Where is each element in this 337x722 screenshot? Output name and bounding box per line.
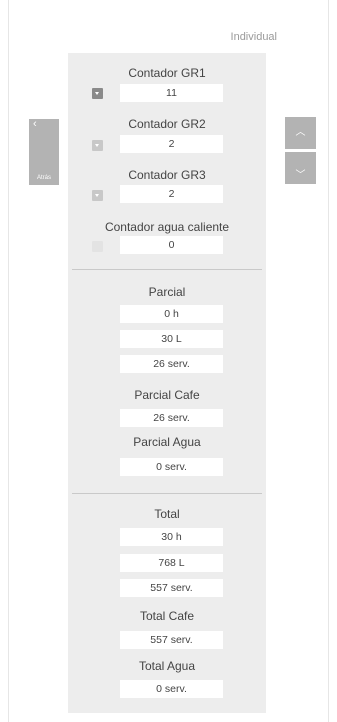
total-agua-value: 0 serv. xyxy=(120,680,223,698)
counter-hot-water-toggle-icon[interactable] xyxy=(92,241,103,252)
total-cafe-title: Total Cafe xyxy=(139,609,195,623)
counter-gr2-toggle-icon[interactable] xyxy=(92,140,103,151)
chevron-down-icon: ﹀ xyxy=(295,170,306,181)
partial-liters-value: 30 L xyxy=(120,330,223,348)
counter-gr2-title: Contador GR2 xyxy=(128,117,206,131)
total-hours-value: 30 h xyxy=(120,528,223,546)
counter-hot-water-title: Contador agua caliente xyxy=(104,220,230,234)
partial-cafe-title: Parcial Cafe xyxy=(134,388,200,402)
section-divider xyxy=(72,493,262,494)
counter-gr2-value: 2 xyxy=(120,135,223,153)
partial-hours-value: 0 h xyxy=(120,305,223,323)
frame-border-right xyxy=(328,0,329,722)
total-agua-title: Total Agua xyxy=(138,659,196,673)
partial-title: Parcial xyxy=(148,285,186,299)
chevron-up-icon: ︿ xyxy=(295,127,306,138)
scroll-up-button[interactable]: ︿ xyxy=(285,117,316,149)
counter-gr1-title: Contador GR1 xyxy=(128,66,206,80)
counter-gr1-value: 11 xyxy=(120,84,223,102)
section-divider xyxy=(72,269,262,270)
total-servings-value: 557 serv. xyxy=(120,579,223,597)
total-title: Total xyxy=(154,507,180,521)
back-button-label: Atrás xyxy=(36,175,51,181)
back-button[interactable]: ‹ Atrás xyxy=(29,118,59,185)
counter-gr3-toggle-icon[interactable] xyxy=(92,190,103,201)
total-cafe-value: 557 serv. xyxy=(120,631,223,649)
partial-agua-title: Parcial Agua xyxy=(133,435,201,449)
scroll-down-button[interactable]: ﹀ xyxy=(285,152,316,184)
partial-cafe-value: 26 serv. xyxy=(120,409,223,427)
counter-gr3-title: Contador GR3 xyxy=(128,168,206,182)
total-liters-value: 768 L xyxy=(120,554,223,572)
counter-gr1-toggle-icon[interactable] xyxy=(92,88,103,99)
counters-panel: Contador GR1 11 Contador GR2 2 Contador … xyxy=(68,53,266,713)
chevron-left-icon: ‹ xyxy=(33,118,37,130)
counter-gr3-value: 2 xyxy=(120,185,223,203)
frame-border-left xyxy=(8,0,9,722)
partial-servings-value: 26 serv. xyxy=(120,355,223,373)
counter-hot-water-value: 0 xyxy=(120,236,223,254)
partial-agua-value: 0 serv. xyxy=(120,458,223,476)
mode-label: Individual xyxy=(230,31,277,43)
